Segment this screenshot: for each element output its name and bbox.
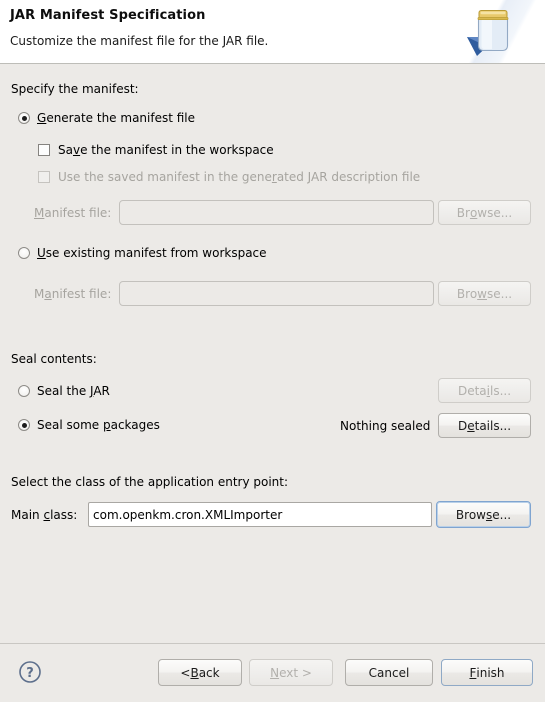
entry-point-group-label: Select the class of the application entr… (11, 475, 289, 489)
radio-seal-jar[interactable]: Seal the JAR (18, 384, 110, 398)
checkbox-use-saved-manifest-label: Use the saved manifest in the generated … (58, 170, 421, 184)
svg-text:?: ? (26, 666, 34, 681)
page-title: JAR Manifest Specification (10, 8, 206, 23)
cancel-button[interactable]: Cancel (345, 659, 433, 686)
radio-seal-some-packages-indicator (18, 419, 30, 431)
radio-use-existing-manifest-indicator (18, 247, 30, 259)
radio-generate-manifest[interactable]: Generate the manifest file (18, 111, 195, 125)
radio-seal-jar-indicator (18, 385, 30, 397)
radio-generate-manifest-label: Generate the manifest file (37, 111, 196, 125)
checkbox-use-saved-manifest-indicator (38, 171, 50, 183)
main-class-browse-button[interactable]: Brow s e... (436, 501, 531, 528)
checkbox-save-manifest[interactable]: Save the manifest in the workspace (38, 143, 274, 157)
page-description: Customize the manifest file for the JAR … (10, 34, 269, 48)
radio-use-existing-manifest[interactable]: Use existing manifest from workspace (18, 246, 267, 260)
manifest-file-generate-input (119, 200, 434, 225)
finish-button[interactable]: Finish (441, 659, 533, 686)
checkbox-save-manifest-indicator (38, 144, 50, 156)
manifest-file-existing-label: Manifest file: (34, 287, 112, 301)
back-button[interactable]: < Back (158, 659, 242, 686)
wizard-content: Specify the manifest: Generate the manif… (0, 64, 545, 643)
seal-group-label: Seal contents: (11, 352, 97, 366)
manifest-file-generate-browse-button: Br o wse... (438, 200, 531, 225)
manifest-file-generate-label: Manifest file: (34, 206, 112, 220)
checkbox-save-manifest-label: Save the manifest in the workspace (58, 143, 274, 157)
checkbox-use-saved-manifest: Use the saved manifest in the generated … (38, 170, 420, 184)
radio-use-existing-manifest-label: Use existing manifest from workspace (37, 246, 267, 260)
seal-status-text: Nothing sealed (340, 419, 431, 433)
seal-packages-details-button[interactable]: De tails... (438, 413, 531, 438)
radio-generate-manifest-indicator (18, 112, 30, 124)
radio-seal-jar-label: Seal the JAR (37, 384, 110, 398)
help-question-icon[interactable]: ? (18, 660, 42, 684)
manifest-file-existing-input (119, 281, 434, 306)
next-button: Next > (249, 659, 333, 686)
manifest-group-label: Specify the manifest: (11, 82, 139, 96)
wizard-header: JAR Manifest Specification Customize the… (0, 0, 545, 64)
radio-seal-some-packages-label: Seal some packages (37, 418, 160, 432)
header-artwork (455, 0, 545, 63)
main-class-input[interactable] (88, 502, 432, 527)
manifest-file-existing-browse-button: Bro w se... (438, 281, 531, 306)
seal-jar-details-button: Deta i ls... (438, 378, 531, 403)
main-class-label: Main class: (11, 508, 78, 522)
radio-seal-some-packages[interactable]: Seal some packages (18, 418, 160, 432)
jar-jar-icon (467, 10, 509, 56)
